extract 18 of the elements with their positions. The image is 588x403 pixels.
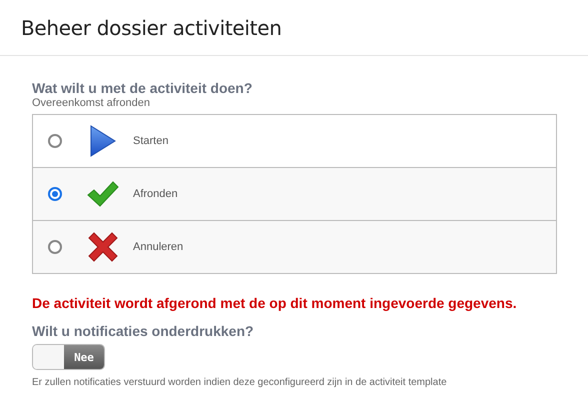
- option-label: Starten: [133, 135, 168, 147]
- option-row[interactable]: Afronden: [33, 167, 556, 220]
- question-label: Wilt u notificaties onderdrukken?: [32, 323, 255, 339]
- page-title: Beheer dossier activiteiten: [21, 16, 282, 40]
- toggle-switch[interactable]: Nee: [32, 344, 105, 370]
- radio-button[interactable]: [48, 134, 62, 148]
- checkmark-icon: [87, 181, 119, 207]
- radio-button[interactable]: [48, 240, 62, 254]
- play-icon: [90, 125, 116, 157]
- warning-message: De activiteit wordt afgerond met de op dit moment ingevoerde gegevens.: [32, 295, 518, 311]
- question-label: Wat wilt u met de activiteit doen?: [32, 80, 254, 96]
- cross-icon: [88, 232, 118, 262]
- option-label: Afronden: [133, 188, 178, 200]
- activity-subtitle: Overeenkomst afronden: [32, 97, 152, 109]
- option-label: Annuleren: [133, 241, 184, 253]
- radio-button[interactable]: [48, 187, 62, 201]
- option-row[interactable]: Annuleren: [33, 220, 556, 273]
- help-text: Er zullen notificaties verstuurd worden indien deze geconfigureerd zijn in de activiteit template: [32, 377, 448, 388]
